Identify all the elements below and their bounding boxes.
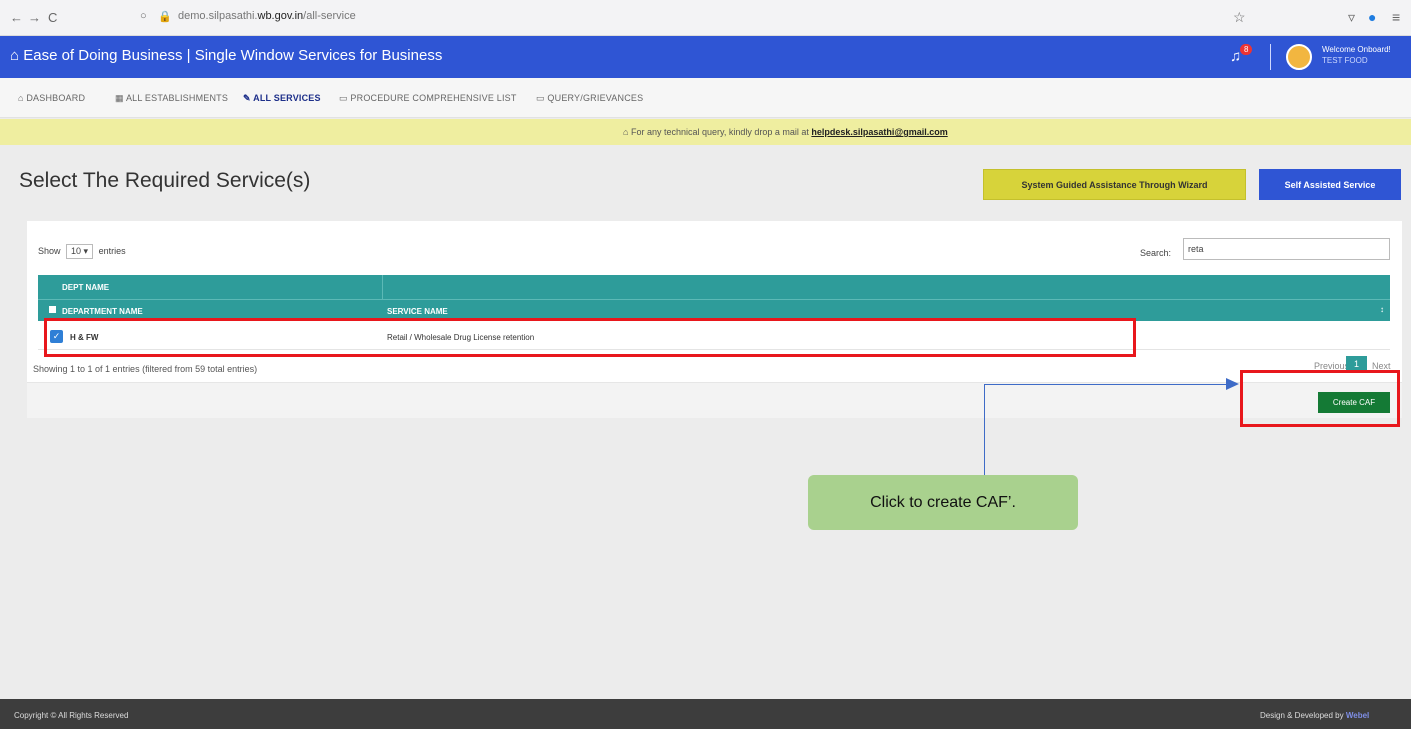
helpdesk-email-link[interactable]: helpdesk.silpasathi@gmail.com [811,127,947,137]
account-icon[interactable]: ● [1368,9,1376,25]
table-info: Showing 1 to 1 of 1 entries (filtered fr… [33,364,258,374]
app-header: ⌂ Ease of Doing Business | Single Window… [0,36,1411,78]
arrow-head-icon [1226,378,1239,390]
url-suffix: /all-service [303,10,356,22]
nav-all-services[interactable]: ✎ ALL SERVICES [243,93,321,104]
page-title: Select The Required Service(s) [19,169,311,192]
department-column-header[interactable]: DEPARTMENT NAME [62,307,143,316]
card-footer [27,382,1402,418]
table-group-header: DEPT NAME [38,275,1390,299]
back-icon[interactable]: ← [10,10,23,25]
menu-icon[interactable]: ≡ [1392,9,1400,25]
list-icon: ▭ [339,93,348,103]
nav-dashboard-label: DASHBOARD [26,93,86,103]
main-nav: ⌂ DASHBOARD ▦ ALL ESTABLISHMENTS ✎ ALL S… [0,78,1411,118]
developer-credit-text: Design & Developed by [1260,711,1344,720]
pocket-icon[interactable]: ▿ [1348,9,1355,26]
url-domain: wb.gov.in [257,10,304,22]
address-bar[interactable]: demo.silpasathi.wb.gov.in/all-service [178,10,356,22]
nav-query-grievances[interactable]: ▭ QUERY/GRIEVANCES [536,93,643,104]
avatar[interactable] [1286,44,1312,70]
entries-select[interactable]: 10 ▾ [66,244,94,259]
select-all-checkbox[interactable] [49,306,56,313]
star-icon[interactable]: ☆ [1233,9,1246,26]
building-icon: ▦ [115,93,124,103]
welcome-text: Welcome Onboard! [1322,45,1391,54]
app-title-text: Ease of Doing Business | Single Window S… [23,47,443,64]
shield-icon: ○ [140,10,147,22]
entries-select-value: 10 [71,246,82,256]
browser-toolbar: ← → C ○ 🔒 demo.silpasathi.wb.gov.in/all-… [0,0,1411,36]
row-highlight-box [44,318,1136,357]
page-footer: Copyright © All Rights Reserved Design &… [0,699,1411,729]
callout-connector-vertical [984,384,985,476]
copyright-text: Copyright © All Rights Reserved [14,711,129,720]
url-prefix: demo.silpasathi. [178,10,258,22]
building-icon: ⌂ [10,47,20,64]
wizard-button[interactable]: System Guided Assistance Through Wizard [983,169,1246,200]
developer-brand[interactable]: Webel [1346,711,1369,720]
nav-query-grievances-label: QUERY/GRIEVANCES [547,93,644,103]
developer-credit: Design & Developed by Webel [1260,711,1369,720]
reload-icon[interactable]: C [48,10,57,25]
header-divider [1270,44,1271,70]
notice-bar: ⌂ For any technical query, kindly drop a… [0,119,1411,145]
nav-all-establishments[interactable]: ▦ ALL ESTABLISHMENTS [115,93,228,104]
search-label: Search: [1140,248,1172,258]
wrench-icon: ✎ [243,93,251,103]
callout-connector-horizontal [984,384,1226,385]
entries-label: entries [98,246,126,256]
message-icon: ▭ [536,93,545,103]
show-label: Show [38,246,61,256]
nav-procedure-list[interactable]: ▭ PROCEDURE COMPREHENSIVE LIST [339,93,517,104]
callout-box: Click to create CAF’. [808,475,1078,530]
sort-icon[interactable]: ↕ [1380,305,1384,314]
notice-message: For any technical query, kindly drop a m… [630,127,809,137]
nav-all-services-label: ALL SERVICES [253,93,321,103]
nav-all-establishments-label: ALL ESTABLISHMENTS [125,93,229,103]
nav-procedure-list-label: PROCEDURE COMPREHENSIVE LIST [350,93,517,103]
home-icon: ⌂ [18,93,24,103]
user-name: TEST FOOD [1322,56,1368,65]
nav-dashboard[interactable]: ⌂ DASHBOARD [18,93,85,103]
callout-text: Click to create CAF’. [870,493,1016,511]
user-info[interactable]: Welcome Onboard! TEST FOOD [1322,44,1391,66]
show-entries: Show 10 ▾ entries [38,244,126,259]
notification-badge: 8 [1240,44,1253,55]
lock-icon: 🔒 [158,11,172,23]
search-input[interactable] [1183,238,1390,260]
forward-icon[interactable]: → [28,10,41,25]
dept-name-group-header: DEPT NAME [62,283,110,292]
notice-text: ⌂ For any technical query, kindly drop a… [623,127,948,137]
self-assisted-button[interactable]: Self Assisted Service [1259,169,1401,200]
app-title: ⌂ Ease of Doing Business | Single Window… [10,47,442,64]
home-icon: ⌂ [623,127,629,137]
button-highlight-box [1240,370,1400,427]
service-column-header[interactable]: SERVICE NAME [387,307,448,316]
